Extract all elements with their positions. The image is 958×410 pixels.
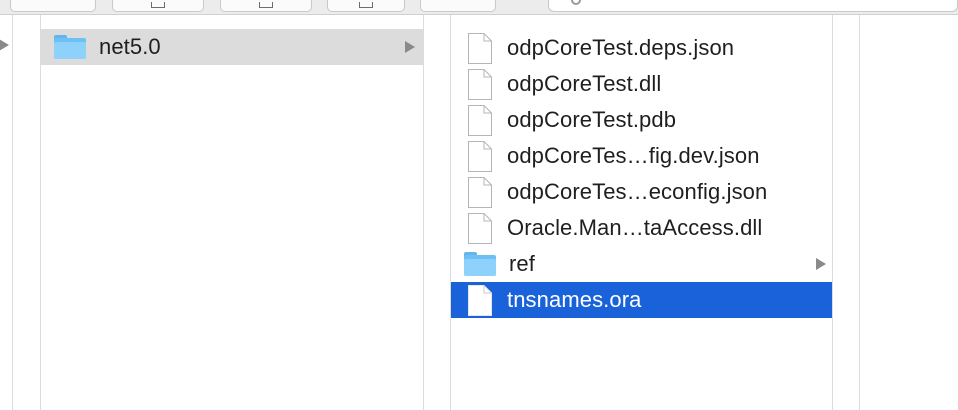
- list-item[interactable]: odpCoreTes…econfig.json: [451, 174, 832, 210]
- search-input[interactable]: [548, 0, 958, 12]
- list-item[interactable]: odpCoreTes…fig.dev.json: [451, 138, 832, 174]
- document-icon: [468, 212, 492, 244]
- column-divider[interactable]: [423, 15, 424, 410]
- item-label: odpCoreTes…fig.dev.json: [507, 143, 760, 168]
- item-label: odpCoreTest.pdb: [507, 107, 677, 132]
- document-icon: [468, 176, 492, 208]
- item-label: ref: [509, 251, 535, 276]
- list-item[interactable]: Oracle.Man…taAccess.dll: [451, 210, 832, 246]
- item-label: odpCoreTest.deps.json: [507, 35, 735, 60]
- item-label: tnsnames.ora: [507, 287, 642, 312]
- list-item[interactable]: odpCoreTest.dll: [451, 66, 832, 102]
- list-item[interactable]: odpCoreTest.deps.json: [451, 30, 832, 66]
- item-label: odpCoreTes…econfig.json: [507, 179, 768, 204]
- preview-column: [860, 15, 958, 410]
- search-icon: [571, 0, 581, 5]
- column-1[interactable]: [0, 15, 12, 410]
- folder-icon: [464, 252, 496, 276]
- group-button[interactable]: [220, 0, 312, 12]
- chevron-right-icon: [405, 41, 415, 53]
- tags-button[interactable]: [420, 0, 496, 12]
- list-item[interactable]: odpCoreTest.pdb: [451, 102, 832, 138]
- item-label: Oracle.Man…taAccess.dll: [507, 215, 763, 240]
- column-divider[interactable]: [832, 15, 833, 410]
- folder-icon: [54, 35, 86, 59]
- share-button[interactable]: [327, 0, 405, 12]
- back-forward-button[interactable]: [10, 0, 96, 12]
- document-icon: [468, 284, 492, 316]
- chevron-right-icon: [816, 258, 826, 270]
- chevron-right-icon: [0, 39, 9, 51]
- view-grid-icon: [151, 2, 165, 8]
- document-icon: [468, 140, 492, 172]
- view-options-button[interactable]: [112, 0, 204, 12]
- column-divider[interactable]: [12, 15, 13, 410]
- item-label: net5.0: [99, 34, 161, 59]
- document-icon: [468, 104, 492, 136]
- column-3: odpCoreTest.deps.json odpCoreTest.dll od…: [451, 15, 832, 410]
- list-item-selected[interactable]: tnsnames.ora: [451, 282, 832, 318]
- column-2: net5.0: [41, 15, 423, 410]
- group-icon: [259, 2, 273, 8]
- item-label: odpCoreTest.dll: [507, 71, 662, 96]
- list-item-net5-folder[interactable]: net5.0: [41, 29, 423, 65]
- list-item-ref-folder[interactable]: ref: [451, 246, 832, 282]
- document-icon: [468, 32, 492, 64]
- finder-toolbar: [0, 0, 958, 15]
- document-icon: [468, 68, 492, 100]
- share-icon: [359, 2, 373, 8]
